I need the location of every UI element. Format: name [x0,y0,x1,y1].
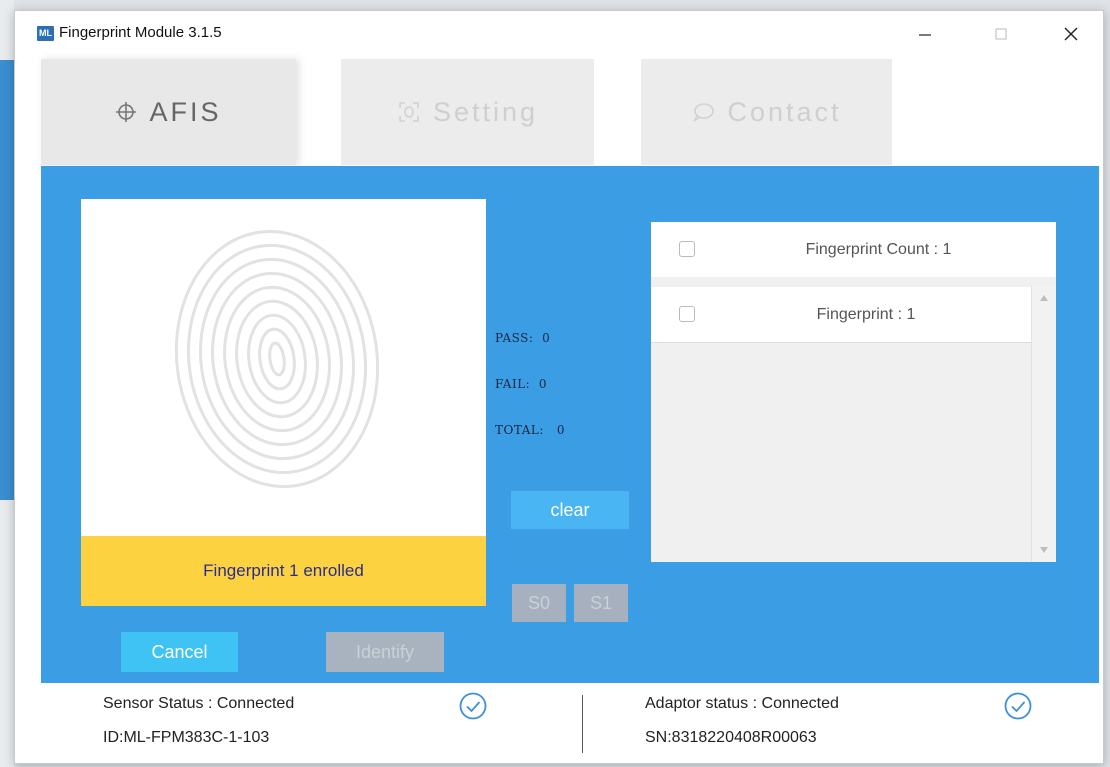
pass-label: PASS: [495,331,534,345]
tab-contact-label: Contact [727,96,842,127]
adaptor-check-icon [1004,692,1032,720]
close-icon [1064,27,1078,41]
tab-setting-label: Setting [432,96,539,127]
fail-stat: FAIL: 0 [495,377,547,391]
afis-panel: Fingerprint 1 enrolled Cancel Identify P… [41,166,1099,683]
enroll-status-bar: Fingerprint 1 enrolled [81,536,486,606]
fingerprint-preview [81,199,486,536]
fail-value: 0 [538,377,547,391]
fingerprint-count-label: Fingerprint Count : 1 [805,240,952,258]
adaptor-status: Adaptor status : Connected [645,695,839,712]
identify-button[interactable]: Identify [326,632,444,672]
sensor-status: Sensor Status : Connected [103,695,295,712]
scroll-up-icon [1040,295,1048,301]
total-value: 0 [556,423,565,437]
minimize-icon [919,34,931,36]
adaptor-sn: SN:8318220408R00063 [645,729,817,746]
maximize-icon [995,28,1007,40]
background-window-panel [0,60,14,500]
title-bar[interactable]: ML Fingerprint Module 3.1.5 [15,11,1103,57]
tab-afis-label: AFIS [149,96,222,127]
chat-bubble-icon [691,101,715,123]
fingerprint-item-label: Fingerprint : 1 [816,305,916,323]
tab-setting[interactable]: Setting [341,59,594,165]
crosshair-icon [115,101,137,123]
sensor-check-icon [459,692,487,720]
fingerprint-list: Fingerprint Count : 1 Fingerprint : 1 [651,222,1056,562]
select-all-checkbox[interactable] [679,241,695,257]
maximize-button[interactable] [978,19,1024,49]
close-button[interactable] [1048,19,1094,49]
fingerprint-icon [174,229,380,489]
app-logo-icon: ML [37,26,54,41]
fingerprint-checkbox[interactable] [679,306,695,322]
list-scrollbar[interactable] [1031,286,1056,562]
tab-afis[interactable]: AFIS [41,59,296,165]
minimize-button[interactable] [902,19,948,49]
window-title: Fingerprint Module 3.1.5 [59,24,222,41]
footer-divider [582,695,583,753]
app-window: ML Fingerprint Module 3.1.5 AFIS Setting [14,10,1104,764]
status-footer: Sensor Status : Connected ID:ML-FPM383C-… [41,683,1099,763]
tab-contact[interactable]: Contact [641,59,892,165]
s0-button[interactable]: S0 [512,584,566,622]
scroll-down-icon [1040,547,1048,553]
list-item[interactable]: Fingerprint : 1 [651,287,1031,343]
cancel-button[interactable]: Cancel [121,632,238,672]
s1-button[interactable]: S1 [574,584,628,622]
sensor-id: ID:ML-FPM383C-1-103 [103,729,270,746]
clear-button[interactable]: clear [511,491,629,529]
tab-bar: AFIS Setting Contact [41,59,1099,169]
pass-stat: PASS: 0 [495,331,550,345]
total-label: TOTAL: [495,423,544,437]
list-header: Fingerprint Count : 1 [651,222,1056,277]
fail-label: FAIL: [495,377,531,391]
fingerprint-scan-icon [397,100,421,124]
total-stat: TOTAL: 0 [495,423,565,437]
pass-value: 0 [542,331,551,345]
